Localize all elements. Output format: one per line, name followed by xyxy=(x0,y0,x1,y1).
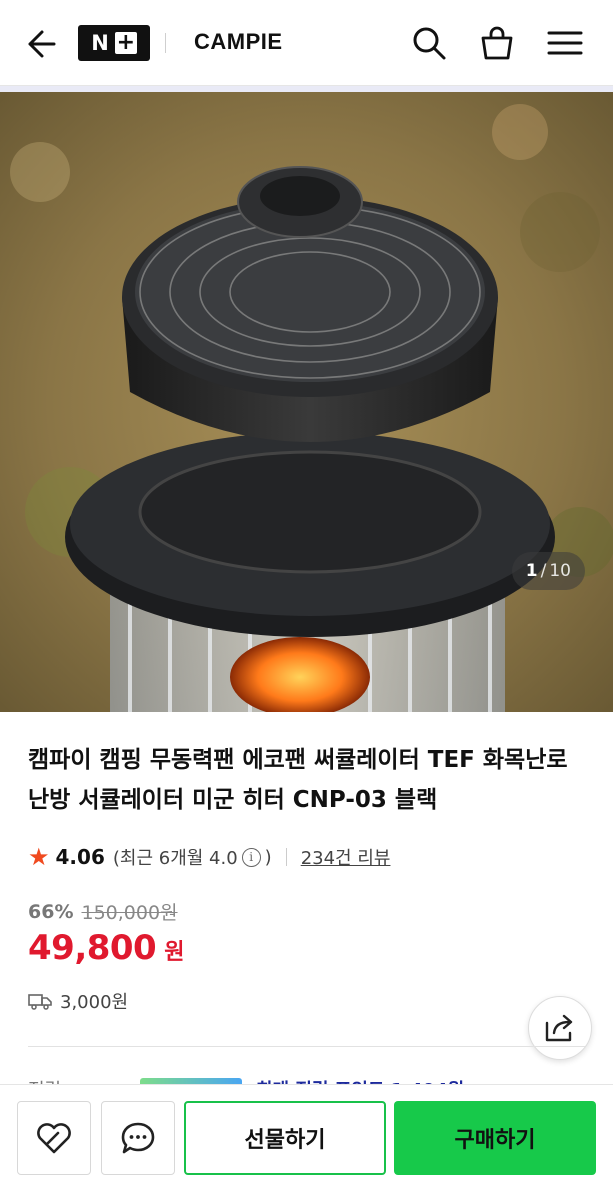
shipping-fee: 3,000원 xyxy=(28,988,128,1014)
info-icon[interactable]: i xyxy=(241,847,261,867)
share-icon xyxy=(545,1014,573,1042)
share-button[interactable] xyxy=(528,996,592,1060)
delivery-truck-icon xyxy=(28,994,52,1010)
recent-rating-close: ) xyxy=(264,846,272,868)
image-counter-total: 10 xyxy=(549,561,571,581)
product-photo-illustration xyxy=(0,92,613,712)
section-divider xyxy=(28,1046,585,1047)
product-image[interactable] xyxy=(0,92,613,712)
image-counter-current: 1 xyxy=(525,561,538,581)
menu-icon[interactable] xyxy=(546,24,584,62)
wishlist-button[interactable] xyxy=(17,1101,91,1175)
image-counter: 1 / 10 xyxy=(511,552,585,590)
shipping-fee-text: 3,000원 xyxy=(60,992,129,1013)
header-divider xyxy=(165,33,166,53)
discount-row: 66% 150,000원 xyxy=(28,898,178,925)
sale-price: 49,800 원 xyxy=(28,928,184,968)
price-number: 49,800 xyxy=(28,928,157,968)
discount-percent: 66% xyxy=(28,900,74,923)
star-icon: ★ xyxy=(28,843,50,871)
reviews-link[interactable]: 234건 리뷰 xyxy=(301,844,391,870)
chat-button[interactable] xyxy=(101,1101,175,1175)
back-arrow-icon[interactable] xyxy=(22,26,58,62)
price-currency: 원 xyxy=(164,940,185,965)
rating-score: 4.06 xyxy=(55,845,105,869)
product-title: 캠파이 캠핑 무동력팬 에코팬 써큘레이터 TEF 화목난로 난방 서큘레이터 … xyxy=(28,747,568,813)
top-header: N + CAMPIE xyxy=(0,0,613,86)
brand-logo[interactable]: CAMPIE xyxy=(194,29,283,55)
buy-button[interactable]: 구매하기 xyxy=(394,1101,596,1175)
gift-button[interactable]: 선물하기 xyxy=(184,1101,386,1175)
rating-divider xyxy=(285,848,287,866)
naver-plus-logo[interactable]: N + xyxy=(78,25,150,61)
shopping-bag-icon[interactable] xyxy=(478,24,516,62)
chat-bubble-icon xyxy=(121,1122,155,1154)
plus-icon: + xyxy=(114,30,137,55)
image-counter-separator: / xyxy=(540,561,547,581)
search-icon[interactable] xyxy=(410,24,448,62)
rating-row: ★ 4.06 (최근 6개월 4.0 i ) 234건 리뷰 xyxy=(28,842,390,872)
original-price: 150,000원 xyxy=(81,902,178,924)
recent-rating: (최근 6개월 4.0 xyxy=(112,848,238,869)
heart-icon xyxy=(37,1123,71,1154)
purchase-bar: 선물하기 구매하기 xyxy=(0,1084,613,1200)
nplus-letter: N xyxy=(91,31,109,55)
